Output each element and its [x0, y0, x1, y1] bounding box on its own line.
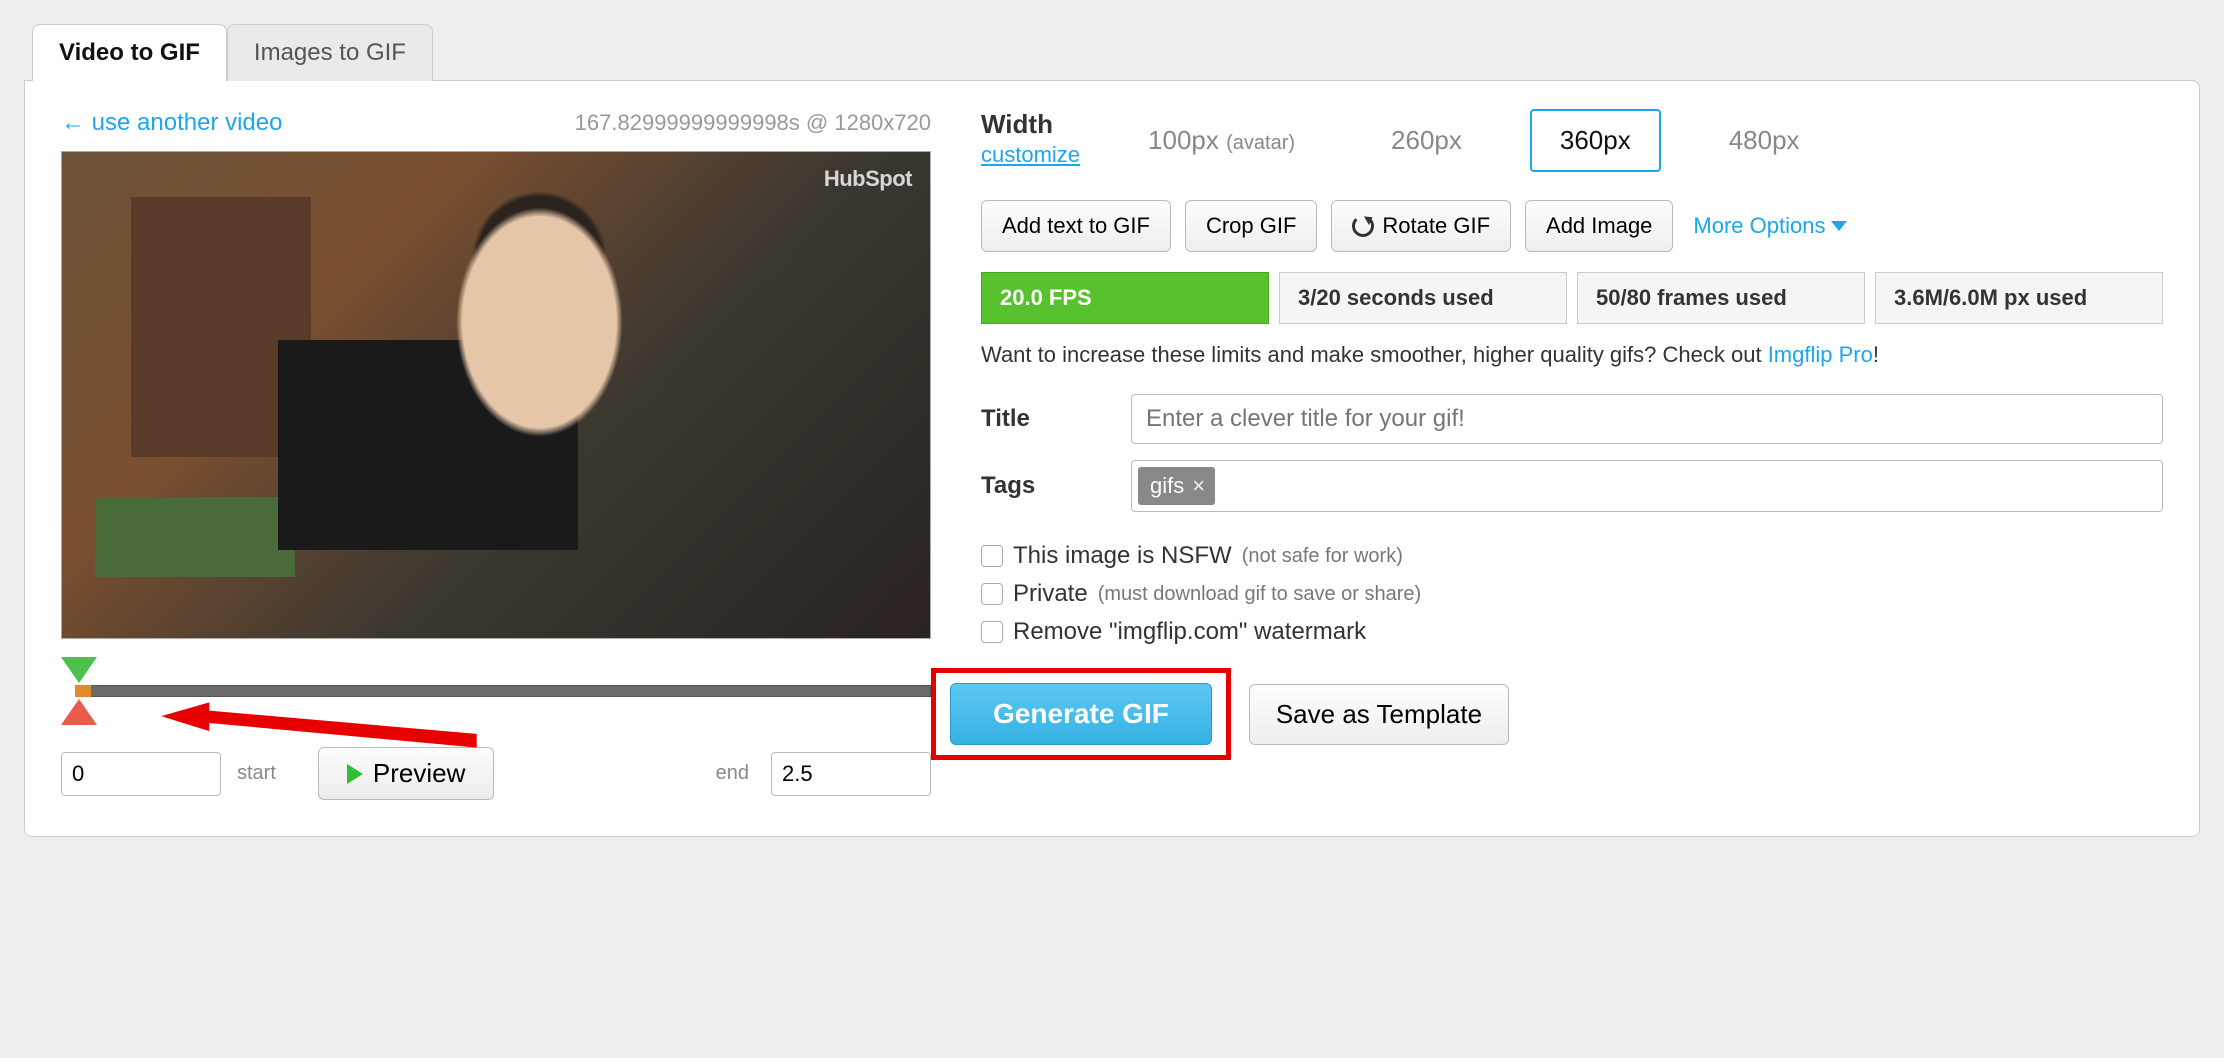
start-marker-icon[interactable] [61, 657, 97, 683]
stat-seconds: 3/20 seconds used [1279, 272, 1567, 324]
chevron-down-icon [1831, 221, 1847, 231]
tabs: Video to GIF Images to GIF [32, 24, 2200, 81]
video-meta: 167.82999999999998s @ 1280x720 [575, 110, 931, 136]
start-time-input[interactable] [61, 752, 221, 796]
width-option-260[interactable]: 260px [1363, 111, 1490, 170]
add-text-button[interactable]: Add text to GIF [981, 200, 1171, 252]
use-another-video-link[interactable]: ← use another video [61, 109, 282, 137]
stat-px: 3.6M/6.0M px used [1875, 272, 2163, 324]
add-image-button[interactable]: Add Image [1525, 200, 1673, 252]
end-label: end [716, 762, 749, 785]
limits-text: Want to increase these limits and make s… [981, 342, 2163, 368]
more-options-link[interactable]: More Options [1693, 213, 1847, 239]
width-option-480[interactable]: 480px [1701, 111, 1828, 170]
tags-input[interactable]: gifs × [1131, 460, 2163, 512]
annotation-arrow-icon [89, 701, 549, 749]
imgflip-pro-link[interactable]: Imgflip Pro [1768, 342, 1873, 367]
title-label: Title [981, 405, 1101, 433]
tab-video-to-gif[interactable]: Video to GIF [32, 24, 227, 81]
private-checkbox[interactable] [981, 583, 1003, 605]
play-icon [347, 764, 363, 784]
nsfw-label: This image is NSFW [1013, 542, 1232, 570]
title-input[interactable] [1131, 394, 2163, 444]
width-option-360[interactable]: 360px [1530, 109, 1661, 172]
width-label: Width [981, 109, 1080, 140]
tag-remove-icon[interactable]: × [1192, 473, 1205, 499]
rotate-button[interactable]: Rotate GIF [1331, 200, 1511, 252]
customize-width-link[interactable]: customize [981, 142, 1080, 168]
timeline-slider[interactable] [61, 649, 931, 739]
tags-label: Tags [981, 472, 1101, 500]
end-time-input[interactable] [771, 752, 931, 796]
save-template-button[interactable]: Save as Template [1249, 684, 1509, 745]
main-panel: ← use another video 167.82999999999998s … [24, 80, 2200, 837]
tag-chip[interactable]: gifs × [1138, 467, 1215, 505]
video-preview[interactable]: HubSpot [61, 151, 931, 639]
remove-watermark-label: Remove "imgflip.com" watermark [1013, 618, 1366, 646]
nsfw-paren: (not safe for work) [1242, 545, 1403, 568]
width-option-100[interactable]: 100px (avatar) [1120, 111, 1323, 170]
stat-fps: 20.0 FPS [981, 272, 1269, 324]
generate-highlight: Generate GIF [931, 668, 1231, 760]
tab-images-to-gif[interactable]: Images to GIF [227, 24, 433, 81]
generate-gif-button[interactable]: Generate GIF [950, 683, 1212, 745]
rotate-icon [1352, 215, 1374, 237]
crop-button[interactable]: Crop GIF [1185, 200, 1317, 252]
video-watermark: HubSpot [824, 166, 912, 192]
preview-button[interactable]: Preview [318, 747, 494, 800]
remove-watermark-checkbox[interactable] [981, 621, 1003, 643]
private-paren: (must download gif to save or share) [1098, 583, 1422, 606]
private-label: Private [1013, 580, 1088, 608]
stat-frames: 50/80 frames used [1577, 272, 1865, 324]
start-label: start [237, 762, 276, 785]
nsfw-checkbox[interactable] [981, 545, 1003, 567]
